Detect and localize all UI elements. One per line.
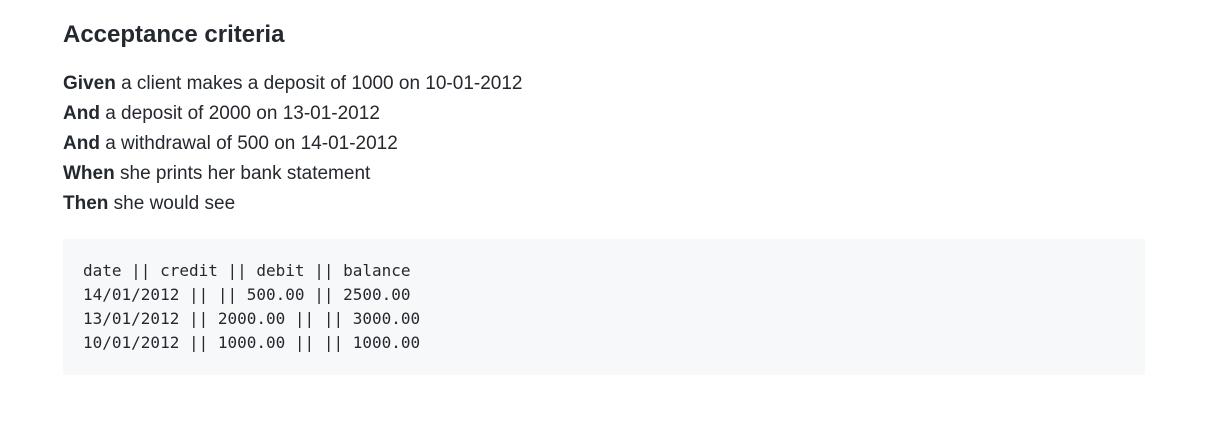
criteria-line: And a withdrawal of 500 on 14-01-2012: [63, 129, 522, 159]
criteria-text: she prints her bank statement: [114, 163, 371, 184]
section-heading: Acceptance criteria: [63, 21, 285, 48]
code-line: 13/01/2012 || 2000.00 || || 3000.00: [83, 309, 421, 328]
criteria-keyword: And: [63, 103, 100, 124]
criteria-line: When she prints her bank statement: [63, 159, 522, 189]
criteria-line: And a deposit of 2000 on 13-01-2012: [63, 99, 522, 129]
code-content: date || credit || debit || balance 14/01/…: [83, 259, 1125, 355]
criteria-line: Given a client makes a deposit of 1000 o…: [63, 69, 522, 99]
criteria-keyword: And: [63, 133, 100, 154]
code-block[interactable]: date || credit || debit || balance 14/01/…: [63, 239, 1145, 375]
code-line: 10/01/2012 || 1000.00 || || 1000.00: [83, 333, 421, 352]
criteria-text: she would see: [108, 193, 236, 214]
criteria-keyword: Given: [63, 73, 116, 94]
acceptance-criteria: Given a client makes a deposit of 1000 o…: [63, 69, 522, 219]
criteria-keyword: When: [63, 163, 115, 184]
code-line: date || credit || debit || balance: [83, 261, 411, 280]
criteria-text: a withdrawal of 500 on 14-01-2012: [99, 133, 398, 154]
criteria-keyword: Then: [63, 193, 109, 214]
criteria-text: a deposit of 2000 on 13-01-2012: [99, 103, 380, 124]
criteria-text: a client makes a deposit of 1000 on 10-0…: [115, 73, 523, 94]
code-line: 14/01/2012 || || 500.00 || 2500.00: [83, 285, 411, 304]
criteria-line: Then she would see: [63, 189, 522, 219]
